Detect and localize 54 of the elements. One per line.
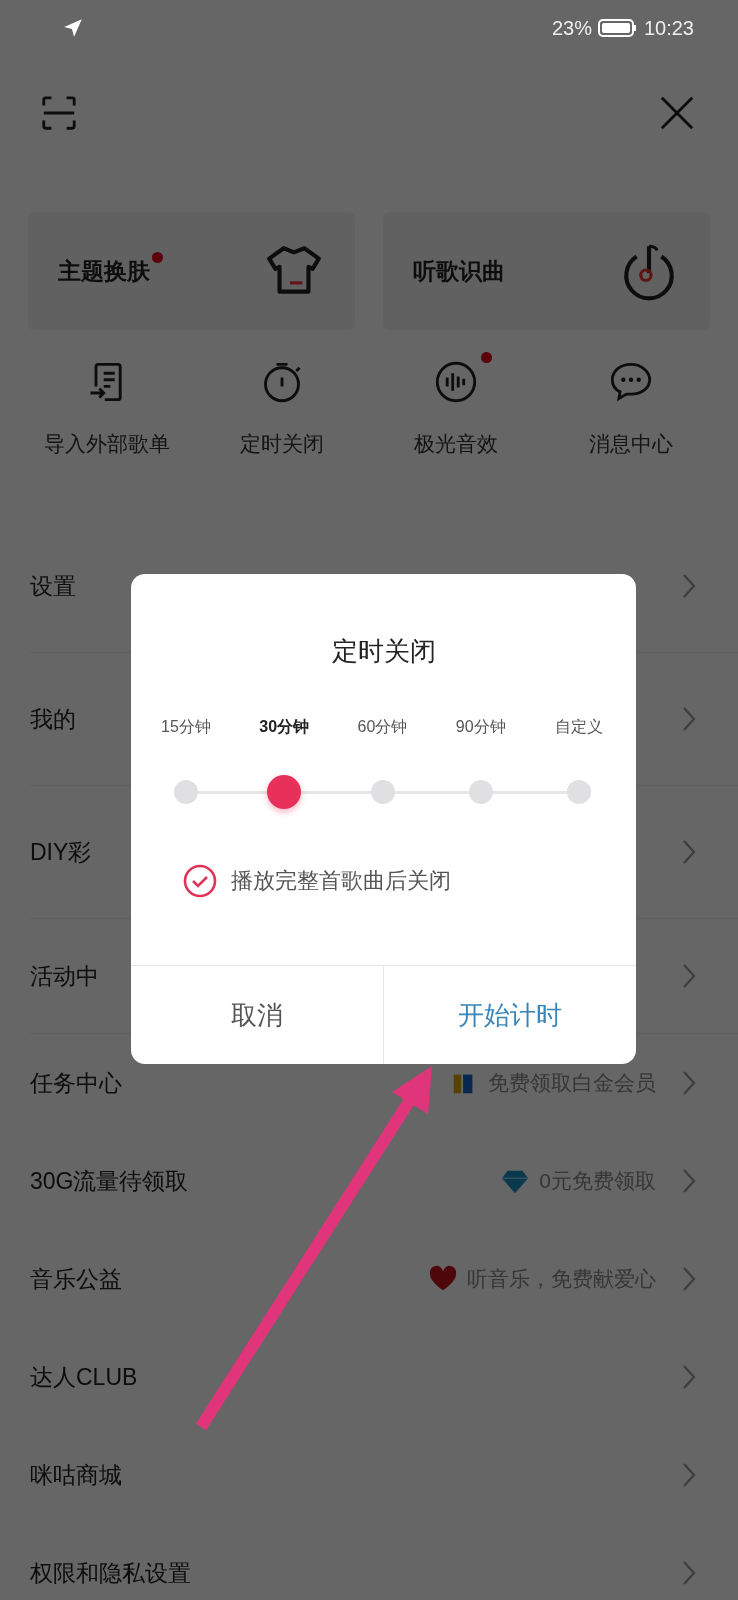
chevron-icon xyxy=(682,1560,696,1586)
chevron-icon xyxy=(682,1266,696,1292)
menu-item-label[interactable]: 活动中 xyxy=(30,960,99,992)
battery-icon xyxy=(597,18,638,38)
chevron-icon xyxy=(682,839,696,865)
slider-stop[interactable] xyxy=(468,780,493,804)
duration-option[interactable]: 15分钟 xyxy=(145,717,227,738)
clock: 10:23 xyxy=(643,16,694,40)
chevron-icon xyxy=(682,1168,696,1194)
battery-percent: 23% xyxy=(551,16,592,40)
shortcut-label[interactable]: 消息中心 xyxy=(588,430,673,458)
duration-option[interactable]: 90分钟 xyxy=(439,717,522,738)
chevron-icon xyxy=(682,1070,696,1096)
slider-stop[interactable] xyxy=(174,780,198,804)
duration-option[interactable]: 30分钟 xyxy=(243,717,326,738)
card-title: 主题换肤 xyxy=(58,255,150,287)
menu-item-label[interactable]: 我的 xyxy=(30,703,76,735)
badge-dot xyxy=(481,352,493,363)
slider-thumb[interactable] xyxy=(267,775,302,809)
chevron-icon xyxy=(682,1364,696,1390)
chevron-icon xyxy=(682,963,696,989)
scan-icon[interactable] xyxy=(40,94,78,132)
menu-item-label[interactable]: 咪咕商城 xyxy=(30,1459,122,1491)
dialog-title: 定时关闭 xyxy=(331,635,436,668)
duration-option[interactable]: 自定义 xyxy=(538,717,620,738)
chat-bubble-icon[interactable] xyxy=(608,360,653,404)
shortcut-label[interactable]: 极光音效 xyxy=(414,430,499,458)
checkbox-label: 播放完整首歌曲后关闭 xyxy=(231,867,451,895)
shortcut-label[interactable]: 导入外部歌单 xyxy=(44,430,171,458)
heart-icon xyxy=(429,1265,457,1293)
chevron-icon xyxy=(682,706,696,732)
cancel-button[interactable]: 取消 xyxy=(131,966,384,1064)
menu-item-label[interactable]: 权限和隐私设置 xyxy=(30,1557,191,1589)
chevron-icon xyxy=(682,1462,696,1488)
menu-item-label[interactable]: 任务中心 xyxy=(30,1067,122,1099)
badge-dot xyxy=(152,251,163,263)
feature-card[interactable]: 听歌识曲 xyxy=(383,212,710,330)
chevron-icon xyxy=(682,573,696,599)
checkbox[interactable] xyxy=(183,864,217,898)
close-icon[interactable] xyxy=(658,94,696,132)
duration-option[interactable]: 60分钟 xyxy=(341,717,424,738)
menu-item-label[interactable]: 30G流量待领取 xyxy=(30,1165,189,1197)
shortcut-label[interactable]: 定时关闭 xyxy=(239,430,324,458)
menu-item-label[interactable]: DIY彩 xyxy=(30,836,92,868)
slider-stop[interactable] xyxy=(370,780,395,804)
card-title: 听歌识曲 xyxy=(413,256,505,286)
menu-item-label[interactable]: 设置 xyxy=(30,570,76,602)
menu-item-label[interactable]: 达人CLUB xyxy=(30,1361,138,1393)
sound-wave-icon[interactable] xyxy=(434,360,479,404)
menu-item-label[interactable]: 音乐公益 xyxy=(30,1263,122,1295)
location-icon xyxy=(62,17,84,39)
slider-stop[interactable] xyxy=(567,780,591,804)
start-button[interactable]: 开始计时 xyxy=(384,966,636,1064)
feature-card[interactable]: 主题换肤 xyxy=(28,212,355,330)
